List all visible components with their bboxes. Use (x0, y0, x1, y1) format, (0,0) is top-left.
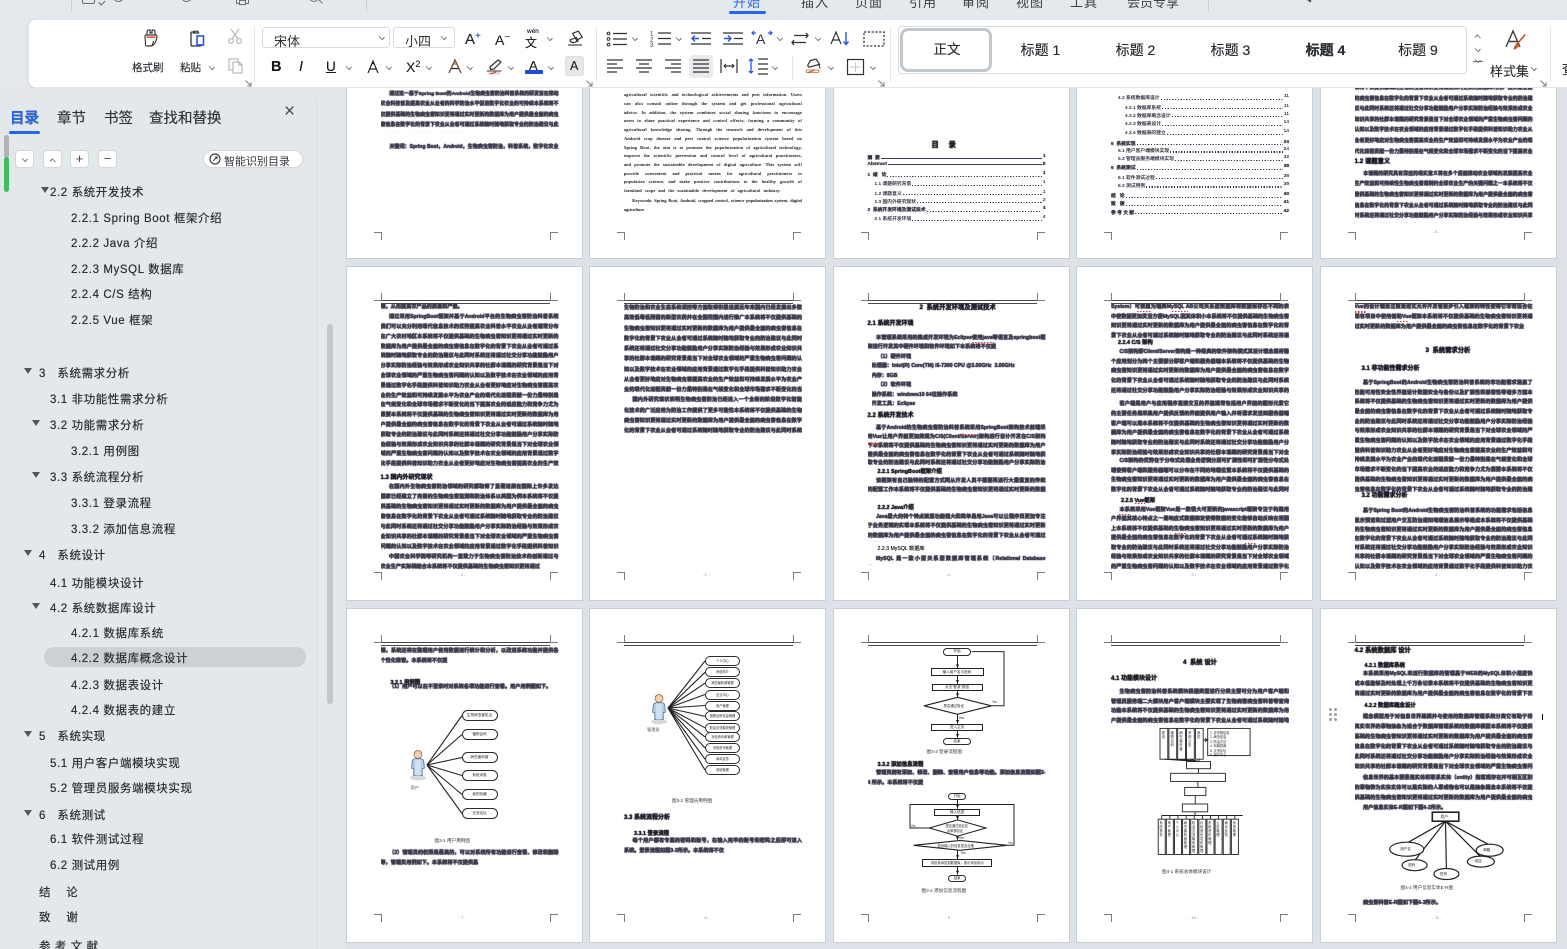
svg-text:A: A (756, 31, 766, 47)
svg-text:3: 3 (650, 43, 654, 49)
